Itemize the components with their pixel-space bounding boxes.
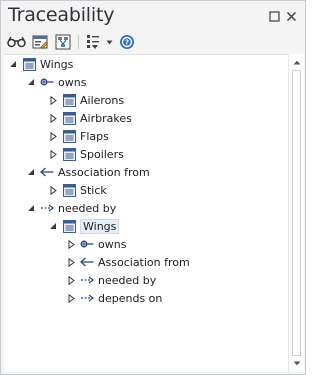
expand-arrow-icon[interactable] — [48, 149, 58, 159]
close-button[interactable] — [285, 10, 297, 22]
tree-node-flaps[interactable]: Flaps — [48, 127, 109, 145]
diagram-icon — [55, 34, 71, 50]
toolbar: ? — [1, 31, 305, 53]
requirement-element-icon — [62, 111, 76, 125]
tree-node-label: Ailerons — [80, 93, 125, 107]
tree-node-root[interactable]: Wings — [8, 55, 73, 73]
collapse-arrow-icon[interactable] — [26, 77, 36, 87]
tree-node-wings-owns[interactable]: owns — [66, 235, 126, 253]
tree-node-label: Flaps — [80, 129, 109, 143]
toolbar-separator — [78, 35, 79, 49]
properties-icon — [32, 35, 48, 49]
float-window-button[interactable] — [268, 10, 280, 22]
owns-relation-icon — [80, 237, 94, 251]
requirement-element-icon — [62, 93, 76, 107]
locate-icon — [6, 36, 26, 48]
expand-arrow-icon[interactable] — [66, 293, 76, 303]
scroll-up-arrow-icon — [293, 60, 301, 64]
dependency-arrow-icon — [80, 273, 94, 287]
diagram-button[interactable] — [54, 33, 72, 51]
tree-node-label: owns — [98, 237, 127, 251]
association-arrow-icon — [80, 255, 94, 269]
dropdown-arrow-icon — [106, 40, 113, 44]
title-bar: Traceability — [1, 1, 305, 31]
tree-node-label: needed by — [58, 201, 117, 215]
filter-icon — [87, 35, 99, 49]
expand-arrow-icon[interactable] — [66, 239, 76, 249]
help-icon: ? — [120, 35, 134, 49]
tree-node-spoilers[interactable]: Spoilers — [48, 145, 124, 163]
expand-arrow-icon[interactable] — [66, 275, 76, 285]
tree-node-label: Airbrakes — [80, 111, 132, 125]
expand-arrow-icon[interactable] — [48, 113, 58, 123]
svg-text:?: ? — [125, 39, 129, 47]
expand-arrow-icon[interactable] — [48, 185, 58, 195]
locate-button[interactable] — [6, 33, 26, 51]
traceability-window: Traceability ? Wings owns Ailerons Airbr… — [0, 0, 306, 375]
tree-node-association-from[interactable]: Association from — [26, 163, 150, 181]
collapse-arrow-icon[interactable] — [8, 59, 18, 69]
requirement-element-icon — [62, 183, 76, 197]
expand-arrow-icon[interactable] — [48, 95, 58, 105]
tree-node-needed-by[interactable]: needed by — [26, 199, 116, 217]
restore-icon — [268, 10, 280, 22]
tree-node-stick[interactable]: Stick — [48, 181, 107, 199]
tree-node-label: Association from — [98, 255, 190, 269]
filter-button[interactable] — [85, 33, 101, 51]
tree-node-label: Spoilers — [80, 147, 124, 161]
tree-node-label: Wings — [40, 57, 74, 71]
collapse-arrow-icon[interactable] — [48, 221, 58, 231]
collapse-arrow-icon[interactable] — [26, 203, 36, 213]
tree-node-label: Stick — [80, 183, 107, 197]
dependency-arrow-icon — [80, 291, 94, 305]
vertical-scrollbar[interactable] — [288, 54, 304, 372]
owns-relation-icon — [40, 75, 54, 89]
tree-node-owns[interactable]: owns — [26, 73, 86, 91]
association-arrow-icon — [40, 165, 54, 179]
tree-node-wings-depends-on[interactable]: depends on — [66, 289, 162, 307]
filter-dropdown-button[interactable] — [105, 33, 114, 51]
tree-node-label: Wings — [80, 218, 120, 234]
collapse-arrow-icon[interactable] — [26, 167, 36, 177]
scroll-up-button[interactable] — [291, 55, 303, 69]
tree-node-label: depends on — [98, 291, 163, 305]
scrollbar-thumb[interactable] — [292, 70, 301, 356]
tree-node-needed-by-wings[interactable]: Wings — [48, 217, 120, 235]
requirement-element-icon — [62, 219, 76, 233]
tree-node-wings-association-from[interactable]: Association from — [66, 253, 190, 271]
help-button[interactable]: ? — [118, 33, 136, 51]
tree-node-label: needed by — [98, 273, 157, 287]
requirement-element-icon — [22, 57, 36, 71]
tree-node-wings-needed-by[interactable]: needed by — [66, 271, 156, 289]
tree-node-label: owns — [58, 75, 87, 89]
properties-button[interactable] — [31, 33, 49, 51]
requirement-element-icon — [62, 147, 76, 161]
close-icon — [286, 11, 296, 21]
tree-node-ailerons[interactable]: Ailerons — [48, 91, 124, 109]
window-title: Traceability — [8, 4, 115, 26]
tree-node-label: Association from — [58, 165, 150, 179]
expand-arrow-icon[interactable] — [48, 131, 58, 141]
dependency-arrow-icon — [40, 201, 54, 215]
traceability-tree: Wings owns Ailerons Airbrakes Flaps Spoi… — [4, 54, 288, 372]
tree-node-airbrakes[interactable]: Airbrakes — [48, 109, 132, 127]
scroll-down-arrow-icon — [293, 361, 301, 365]
expand-arrow-icon[interactable] — [66, 257, 76, 267]
scroll-down-button[interactable] — [291, 356, 303, 370]
requirement-element-icon — [62, 129, 76, 143]
